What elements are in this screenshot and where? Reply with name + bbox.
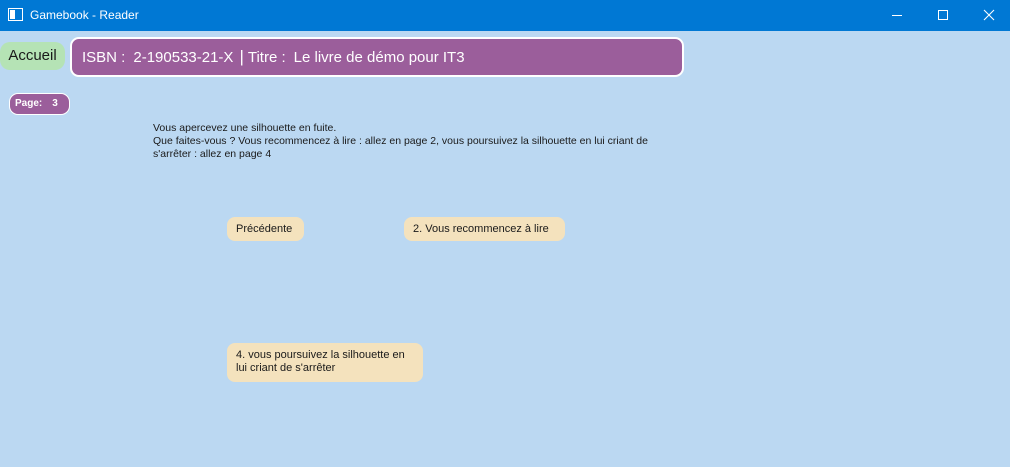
page-label: Page: <box>15 98 43 109</box>
home-button[interactable]: Accueil <box>0 42 65 70</box>
story-line: Que faites-vous ? Vous recommencez à lir… <box>153 135 648 160</box>
previous-button[interactable]: Précédente <box>227 217 304 241</box>
page-badge: Page: 3 <box>9 93 70 115</box>
minimize-icon <box>892 15 902 16</box>
isbn-label: ISBN : <box>82 49 126 66</box>
book-title: Le livre de démo pour IT3 <box>293 49 465 66</box>
maximize-button[interactable] <box>920 0 966 31</box>
title-label: Titre : <box>247 49 286 66</box>
page-number: 3 <box>52 98 58 109</box>
story-line: Vous apercevez une silhouette en fuite. <box>153 122 337 134</box>
title-bar: Gamebook - Reader <box>0 0 1010 31</box>
story-text: Vous apercevez une silhouette en fuite. … <box>153 122 653 161</box>
minimize-button[interactable] <box>874 0 920 31</box>
app-window-icon <box>8 8 23 21</box>
close-button[interactable] <box>966 0 1010 31</box>
choice-page-4-button[interactable]: 4. vous poursuivez la silhouette en lui … <box>227 343 423 382</box>
maximize-icon <box>938 10 948 20</box>
choice-page-2-button[interactable]: 2. Vous recommencez à lire <box>404 217 565 241</box>
isbn-value: 2-190533-21-X <box>133 49 234 66</box>
book-info-header: ISBN : 2-190533-21-X | Titre : Le livre de d… <box>70 37 684 77</box>
window-title: Gamebook - Reader <box>30 8 139 22</box>
header-separator: | <box>239 47 244 66</box>
close-icon <box>983 9 995 21</box>
